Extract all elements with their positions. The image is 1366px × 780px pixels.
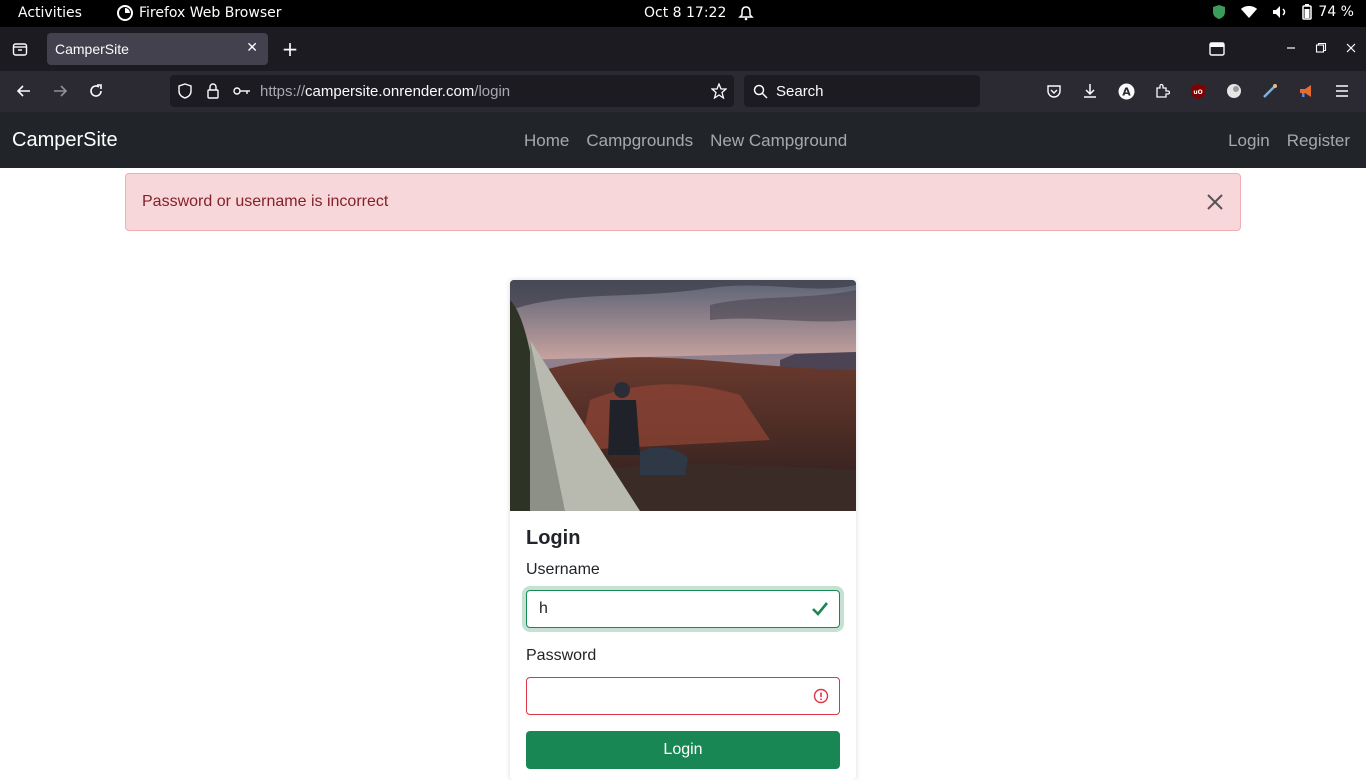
invalid-alert-icon xyxy=(813,688,829,709)
ublock-origin-icon[interactable]: uO xyxy=(1189,82,1207,100)
svg-text:A: A xyxy=(1122,85,1131,98)
pocket-icon[interactable] xyxy=(1045,82,1063,100)
extension-megaphone-icon[interactable] xyxy=(1297,82,1315,100)
restore-icon[interactable] xyxy=(1312,39,1330,57)
tab-close-icon[interactable]: ✕ xyxy=(246,40,258,56)
extensions-icon[interactable] xyxy=(1153,82,1171,100)
search-placeholder: Search xyxy=(776,83,824,100)
nav-link-new-campground[interactable]: New Campground xyxy=(710,131,847,151)
activities-button[interactable]: Activities xyxy=(18,5,82,21)
login-submit-button[interactable]: Login xyxy=(526,731,840,769)
valid-check-icon xyxy=(811,601,829,622)
new-tab-icon[interactable]: + xyxy=(280,37,300,61)
battery-icon xyxy=(1302,4,1313,20)
nav-link-campgrounds[interactable]: Campgrounds xyxy=(586,131,693,151)
url-text: https://campersite.onrender.com/login xyxy=(260,83,511,100)
alert-message: Password or username is incorrect xyxy=(142,193,389,210)
address-bar[interactable]: https://campersite.onrender.com/login xyxy=(170,75,734,107)
container-tab-icon[interactable] xyxy=(1207,39,1227,59)
notification-bell-icon[interactable] xyxy=(738,5,754,25)
system-tray[interactable]: 74 % xyxy=(1212,4,1354,20)
key-icon[interactable] xyxy=(232,82,252,100)
alert-close-icon[interactable] xyxy=(1204,191,1226,213)
volume-icon xyxy=(1273,6,1286,18)
camping-photo xyxy=(510,280,856,511)
tracking-shield-icon[interactable] xyxy=(176,82,194,100)
system-top-bar: Activities Firefox Web Browser Oct 8 17:… xyxy=(0,0,1366,27)
username-label: Username xyxy=(526,561,600,578)
reload-icon[interactable] xyxy=(86,81,106,101)
svg-text:uO: uO xyxy=(1193,89,1202,96)
password-label: Password xyxy=(526,647,597,664)
site-brand[interactable]: CamperSite xyxy=(12,129,118,152)
browser-toolbar: https://campersite.onrender.com/login Se… xyxy=(0,71,1366,112)
forward-icon[interactable] xyxy=(50,81,70,101)
bookmark-star-icon[interactable] xyxy=(710,82,728,100)
extension-puzzle-icon[interactable] xyxy=(1225,82,1243,100)
tab-campersite[interactable]: CamperSite ✕ xyxy=(47,33,268,65)
error-alert: Password or username is incorrect xyxy=(125,173,1241,231)
auth-nav: Login Register xyxy=(1228,131,1350,151)
wifi-icon xyxy=(1241,6,1258,18)
username-input[interactable]: h xyxy=(526,590,840,628)
app-menu[interactable]: Firefox Web Browser xyxy=(117,5,282,21)
tab-strip: CamperSite ✕ + xyxy=(0,27,1366,71)
search-icon xyxy=(752,83,768,99)
search-input[interactable]: Search xyxy=(744,75,980,107)
firefox-icon xyxy=(117,5,133,21)
main-nav: Home Campgrounds New Campground xyxy=(524,131,847,151)
lock-icon[interactable] xyxy=(204,82,222,100)
app-name: Firefox Web Browser xyxy=(139,5,282,21)
downloads-icon[interactable] xyxy=(1081,82,1099,100)
window-close-icon[interactable] xyxy=(1342,39,1360,57)
minimize-icon[interactable] xyxy=(1282,39,1300,57)
login-title: Login xyxy=(526,527,581,549)
menu-hamburger-icon[interactable] xyxy=(1333,82,1351,100)
shield-icon xyxy=(1213,5,1226,19)
color-picker-icon[interactable] xyxy=(1261,82,1279,100)
tab-list-icon[interactable] xyxy=(10,39,30,59)
login-card: Login Username h Password Login xyxy=(510,280,856,780)
tab-title: CamperSite xyxy=(55,41,129,57)
battery-percent: 74 % xyxy=(1318,4,1354,20)
back-icon[interactable] xyxy=(14,81,34,101)
site-navbar: CamperSite Home Campgrounds New Campgrou… xyxy=(0,112,1366,168)
password-input[interactable] xyxy=(526,677,840,715)
nav-link-home[interactable]: Home xyxy=(524,131,569,151)
nav-link-register[interactable]: Register xyxy=(1287,131,1350,151)
nav-link-login[interactable]: Login xyxy=(1228,131,1270,151)
clock[interactable]: Oct 8 17:22 xyxy=(644,5,726,21)
username-value: h xyxy=(539,600,548,617)
account-avatar-icon[interactable]: A xyxy=(1117,82,1135,100)
